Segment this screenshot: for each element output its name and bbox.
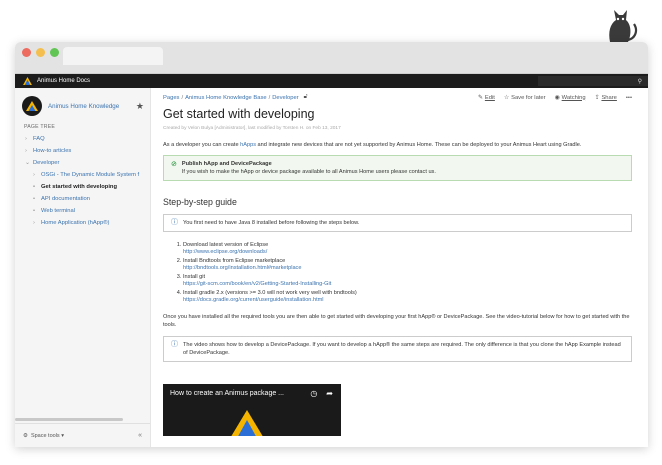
intro-paragraph: As a developer you can create hApps and …: [163, 142, 582, 148]
collapse-sidebar-button[interactable]: «: [138, 432, 142, 439]
share-icon: ⇪: [594, 94, 600, 101]
check-circle-icon: ⊘: [171, 161, 177, 168]
sidebar-footer: ⚙ Space tools ▾ «: [15, 423, 150, 447]
star-outline-icon: ☆: [503, 94, 510, 101]
sidebar-item-developer[interactable]: ⌄ Developer: [15, 157, 150, 169]
sidebar-item-web-terminal[interactable]: • Web terminal: [15, 205, 150, 217]
list-item: Download latest version of Eclipsehttp:/…: [183, 242, 632, 256]
gradle-link[interactable]: https://docs.gradle.org/current/userguid…: [183, 297, 632, 304]
steps-list: Download latest version of Eclipsehttp:/…: [163, 242, 632, 304]
sidebar-scrollbar[interactable]: [15, 418, 123, 421]
app-header: Animus Home Docs ⚲: [15, 74, 648, 88]
list-item: Install githttps://git-scm.com/book/en/v…: [183, 274, 632, 288]
list-item: Install Bndtools from Eclipse marketplac…: [183, 258, 632, 272]
share-arrow-icon[interactable]: ➦: [326, 389, 333, 398]
clock-icon[interactable]: ◷: [310, 389, 317, 398]
maximize-window-button[interactable]: [50, 48, 59, 57]
video-note: The video shows how to develop a DeviceP…: [183, 342, 621, 356]
bullet-icon: •: [33, 196, 36, 202]
app-title[interactable]: Animus Home Docs: [37, 78, 90, 84]
git-link[interactable]: https://git-scm.com/book/en/v2/Getting-S…: [183, 281, 632, 288]
java-note: You first need to have Java 8 installed …: [183, 220, 360, 226]
space-logo-icon: [26, 101, 38, 111]
page-title: Get started with developing: [163, 107, 315, 121]
breadcrumb-pages[interactable]: Pages: [163, 95, 179, 101]
cat-mascot-icon: [609, 10, 638, 42]
breadcrumb: Pages / Animus Home Knowledge Base / Develop…: [163, 94, 299, 101]
sidebar-item-how-to[interactable]: › How-to articles: [15, 145, 150, 157]
share-button[interactable]: ⇪ Share: [595, 95, 617, 101]
video-player[interactable]: How to create an Animus package ... ◷ ➦: [163, 384, 341, 436]
minimize-window-button[interactable]: [36, 48, 45, 57]
gear-icon[interactable]: ⚙: [23, 433, 28, 439]
info-panel-java: ⓘ You first need to have Java 8 installe…: [163, 214, 632, 232]
breadcrumb-developer[interactable]: Developer: [272, 95, 298, 101]
info-icon: ⓘ: [171, 341, 178, 348]
success-title: Publish hApp and DevicePackage: [181, 161, 272, 167]
pencil-icon: ✎: [478, 94, 483, 101]
browser-chrome: [15, 42, 648, 74]
page-byline: Created by Velon Bulya [Administrator], …: [163, 126, 341, 131]
step-heading: Step-by-step guide: [163, 197, 237, 207]
eclipse-download-link[interactable]: http://www.eclipse.org/downloads/: [183, 249, 632, 256]
search-icon[interactable]: ⚲: [638, 78, 642, 85]
edit-button[interactable]: ✎ Edit: [478, 95, 495, 101]
page-tree: › FAQ › How-to articles ⌄ Developer › OSGi -…: [15, 133, 150, 229]
watching-button[interactable]: ◉ Watching: [555, 95, 586, 101]
bullet-icon: ›: [33, 172, 35, 178]
browser-window: Animus Home Docs ⚲ Animus Home Knowledge…: [15, 42, 648, 447]
success-text: If you wish to make the hApp or device p…: [181, 169, 436, 175]
list-item: Install gradle 2.x (versions >= 3.0 will…: [183, 290, 632, 304]
sidebar-item-faq[interactable]: › FAQ: [15, 133, 150, 145]
breadcrumb-base[interactable]: Animus Home Knowledge Base: [185, 95, 267, 101]
animus-video-logo-icon: [231, 410, 263, 436]
video-title[interactable]: How to create an Animus package ...: [170, 390, 284, 397]
page-actions: ✎ Edit ☆ Save for later ◉ Watching ⇪ Share •…: [478, 95, 632, 101]
space-tools-button[interactable]: Space tools ▾: [31, 433, 64, 439]
bullet-icon: •: [33, 208, 36, 214]
sidebar-item-get-started[interactable]: • Get started with developing: [15, 181, 150, 193]
sidebar: Animus Home Knowledge ★ PAGE TREE › FAQ ›…: [15, 88, 151, 447]
chevron-down-icon[interactable]: ⌄: [25, 160, 30, 166]
lock-icon[interactable]: 🔓︎: [304, 94, 308, 101]
page-content: Pages / Animus Home Knowledge Base / Develop…: [151, 88, 648, 447]
space-header: Animus Home Knowledge ★: [15, 88, 150, 120]
happs-link[interactable]: hApps: [240, 142, 256, 148]
animus-logo-icon[interactable]: [23, 77, 32, 85]
info-icon: ⓘ: [171, 219, 178, 226]
eye-icon: ◉: [554, 94, 560, 101]
after-install-paragraph: Once you have installed all the required…: [163, 314, 630, 328]
bullet-icon: •: [33, 184, 36, 190]
success-panel: ⊘ Publish hApp and DevicePackage If you …: [163, 155, 632, 181]
more-actions-button[interactable]: •••: [626, 95, 632, 101]
sidebar-item-api-docs[interactable]: • API documentation: [15, 193, 150, 205]
sidebar-item-osgi[interactable]: › OSGi - The Dynamic Module System f: [15, 169, 150, 181]
bullet-icon: ›: [25, 136, 27, 142]
page-tree-label: PAGE TREE: [24, 124, 56, 130]
space-logo[interactable]: [22, 96, 42, 116]
save-for-later-button[interactable]: ☆ Save for later: [504, 95, 546, 101]
info-panel-video: ⓘ The video shows how to develop a Devic…: [163, 336, 632, 362]
sidebar-item-home-application[interactable]: › Home Application (hApp®): [15, 217, 150, 229]
browser-tab[interactable]: [63, 47, 163, 65]
close-window-button[interactable]: [22, 48, 31, 57]
bullet-icon: ›: [25, 148, 27, 154]
bullet-icon: ›: [33, 220, 35, 226]
bndtools-link[interactable]: http://bndtools.org/installation.html#ma…: [183, 265, 632, 272]
search-input[interactable]: ⚲: [538, 76, 648, 86]
space-name-link[interactable]: Animus Home Knowledge: [48, 103, 136, 110]
star-icon[interactable]: ★: [136, 101, 144, 112]
